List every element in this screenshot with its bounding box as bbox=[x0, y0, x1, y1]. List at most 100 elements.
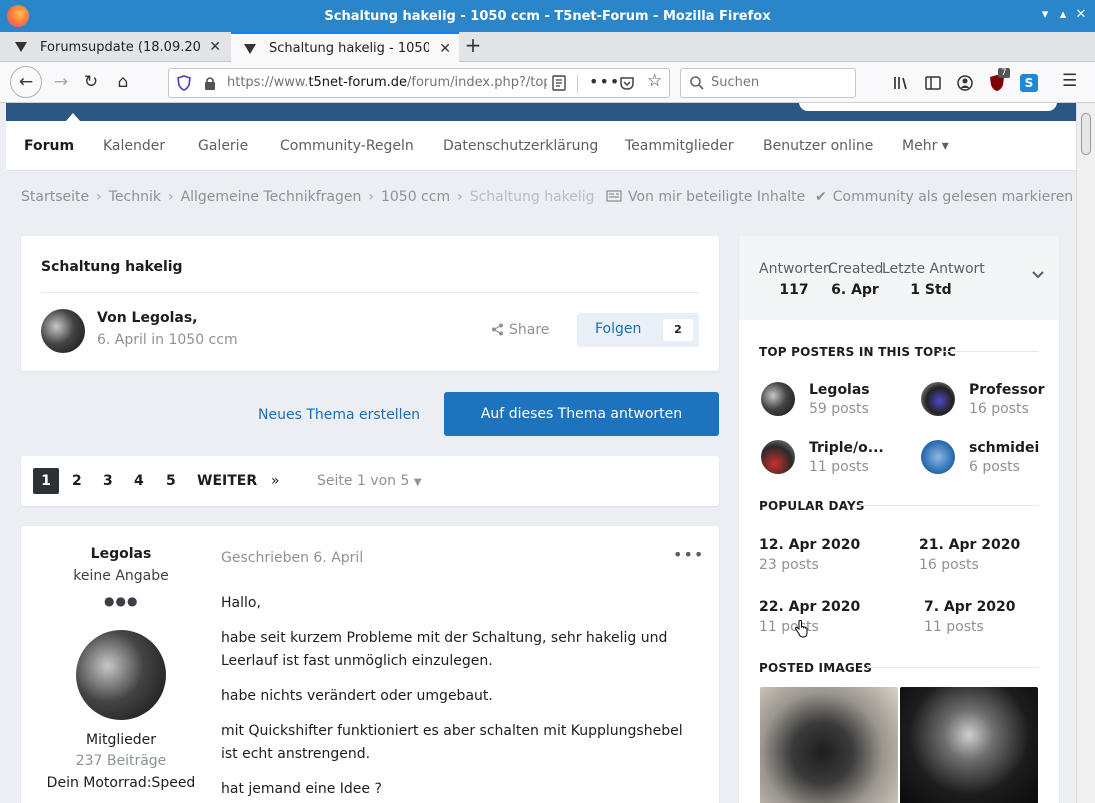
chevron-right-icon: › bbox=[368, 189, 374, 205]
nav-kalender[interactable]: Kalender bbox=[103, 138, 165, 154]
posted-image-thumbnail[interactable] bbox=[900, 687, 1038, 803]
page-2[interactable]: 2 bbox=[72, 473, 82, 489]
tab-forumsupdate[interactable]: Forumsupdate (18.09.2020): E ✕ bbox=[2, 32, 229, 62]
extension-s-icon[interactable]: S bbox=[1020, 74, 1038, 92]
next-page-button[interactable]: WEITER bbox=[197, 473, 257, 489]
author-avatar[interactable] bbox=[41, 309, 85, 353]
popular-day[interactable]: 22. Apr 2020 11 posts bbox=[759, 599, 860, 635]
nav-teammitglieder[interactable]: Teammitglieder bbox=[625, 138, 734, 154]
page-viewport: Forum Kalender Galerie Community-Regeln … bbox=[0, 103, 1076, 803]
post-options-icon[interactable]: ••• bbox=[673, 545, 704, 564]
ublock-badge: 7 bbox=[998, 68, 1010, 78]
topic-author[interactable]: Von Legolas, bbox=[97, 310, 197, 326]
popular-day[interactable]: 12. Apr 2020 23 posts bbox=[759, 537, 860, 573]
account-icon[interactable] bbox=[956, 74, 974, 92]
hand-pointer-icon bbox=[794, 620, 808, 638]
page-actions-icon[interactable]: ••• bbox=[589, 72, 620, 91]
firefox-logo-icon bbox=[7, 5, 29, 27]
page-5[interactable]: 5 bbox=[166, 473, 176, 489]
nav-benutzer-online[interactable]: Benutzer online bbox=[763, 138, 873, 154]
scrollbar-thumb[interactable] bbox=[1081, 113, 1091, 155]
post-author-bike: Dein Motorrad:Speed bbox=[46, 775, 196, 791]
follow-button[interactable]: Folgen 2 bbox=[577, 313, 699, 347]
topic-meta: 6. April in 1050 ccm bbox=[97, 332, 238, 348]
forward-button[interactable]: → bbox=[47, 68, 75, 96]
post-author-rank: keine Angabe bbox=[73, 568, 169, 584]
url-bar[interactable]: https://www.t5net-forum.de/forum/index.p… bbox=[168, 68, 670, 98]
tab-schaltung[interactable]: Schaltung hakelig - 1050 ccm ✕ bbox=[231, 32, 459, 63]
site-main-nav: Forum Kalender Galerie Community-Regeln … bbox=[6, 121, 1076, 171]
chevron-down-icon[interactable] bbox=[1031, 268, 1045, 282]
breadcrumb-item[interactable]: Startseite bbox=[21, 189, 89, 205]
posted-images-heading: POSTED IMAGES bbox=[759, 661, 873, 675]
top-posters-heading: TOP POSTERS IN THIS TOPIC bbox=[759, 345, 957, 359]
newspaper-icon bbox=[606, 190, 622, 202]
page-jump-dropdown[interactable]: Seite 1 von 5 ▼ bbox=[317, 473, 422, 489]
new-topic-link[interactable]: Neues Thema erstellen bbox=[258, 407, 420, 423]
post-date: Geschrieben 6. April bbox=[221, 550, 364, 566]
reply-button[interactable]: Auf dieses Thema antworten bbox=[444, 392, 719, 436]
topic-header-card: Schaltung hakelig Von Legolas, 6. April … bbox=[21, 236, 719, 371]
bookmark-star-icon[interactable]: ☆ bbox=[647, 71, 662, 91]
site-search-field[interactable] bbox=[799, 103, 1057, 111]
hamburger-menu-icon[interactable]: ☰ bbox=[1062, 71, 1077, 91]
poster-avatar[interactable] bbox=[921, 440, 955, 474]
page-1[interactable]: 1 bbox=[33, 468, 59, 494]
post-paragraph: mit Quickshifter funktioniert es aber sc… bbox=[221, 723, 683, 762]
followed-content-link[interactable]: Von mir beteiligte Inhalte bbox=[606, 189, 805, 205]
topic-stats: Antworten 117 Created 6. Apr Letzte Antw… bbox=[739, 236, 1059, 320]
close-tab-icon[interactable]: ✕ bbox=[209, 39, 221, 55]
nav-community-regeln[interactable]: Community-Regeln bbox=[280, 138, 414, 154]
library-icon[interactable] bbox=[892, 74, 910, 92]
sidebar-toggle-icon[interactable] bbox=[924, 74, 942, 92]
caret-down-icon: ▼ bbox=[413, 477, 422, 488]
checkmark-icon: ✔ bbox=[815, 189, 827, 205]
window-title: Schaltung hakelig - 1050 ccm - T5net-For… bbox=[324, 8, 771, 24]
poster-avatar[interactable] bbox=[921, 382, 955, 416]
breadcrumb-item[interactable]: Technik bbox=[109, 189, 161, 205]
share-button[interactable]: Share bbox=[491, 322, 549, 338]
last-page-button[interactable]: » bbox=[271, 473, 280, 489]
home-button[interactable]: ⌂ bbox=[109, 68, 137, 96]
poster-avatar[interactable] bbox=[761, 382, 795, 416]
minimize-icon[interactable]: ▾ bbox=[1037, 7, 1053, 23]
page-scrollbar[interactable] bbox=[1076, 103, 1095, 803]
posted-image-thumbnail[interactable] bbox=[760, 687, 898, 803]
reader-view-icon[interactable] bbox=[551, 75, 567, 91]
post-author-name[interactable]: Legolas bbox=[21, 546, 221, 562]
post-paragraph: Hallo, bbox=[221, 595, 261, 611]
tracking-shield-icon[interactable] bbox=[176, 75, 192, 91]
maximize-icon[interactable]: ▴ bbox=[1055, 7, 1071, 23]
post-author-avatar[interactable] bbox=[76, 630, 166, 720]
search-bar[interactable]: Suchen bbox=[680, 68, 856, 98]
post-body: Hallo, habe seit kurzem Probleme mit der… bbox=[221, 592, 701, 803]
popular-day[interactable]: 21. Apr 2020 16 posts bbox=[919, 537, 1020, 573]
close-tab-icon[interactable]: ✕ bbox=[439, 41, 451, 57]
popular-days-heading: POPULAR DAYS bbox=[759, 499, 865, 513]
search-placeholder: Suchen bbox=[711, 75, 760, 90]
nav-datenschutz[interactable]: Datenschutzerklärung bbox=[443, 138, 598, 154]
close-window-icon[interactable]: ✕ bbox=[1073, 7, 1089, 23]
post: Legolas keine Angabe ●●● Mitglieder 237 … bbox=[21, 526, 719, 803]
lock-icon[interactable] bbox=[203, 75, 217, 91]
topic-sidebar: Antworten 117 Created 6. Apr Letzte Antw… bbox=[739, 236, 1059, 803]
poster-avatar[interactable] bbox=[761, 440, 795, 474]
new-tab-button[interactable]: + bbox=[462, 35, 484, 57]
nav-mehr-dropdown[interactable]: Mehr ▾ bbox=[902, 138, 949, 154]
post-author-count: 237 Beiträge bbox=[75, 753, 167, 769]
ublock-origin-icon[interactable]: 7 bbox=[988, 68, 1010, 92]
back-button[interactable]: ← bbox=[10, 66, 42, 98]
breadcrumb-item[interactable]: 1050 ccm bbox=[381, 189, 450, 205]
mark-read-link[interactable]: ✔ Community als gelesen markieren bbox=[815, 189, 1073, 205]
url-text[interactable]: https://www.t5net-forum.de/forum/index.p… bbox=[227, 75, 547, 90]
page-3[interactable]: 3 bbox=[103, 473, 113, 489]
reload-button[interactable]: ↻ bbox=[77, 68, 105, 96]
nav-forum[interactable]: Forum bbox=[24, 138, 74, 154]
page-4[interactable]: 4 bbox=[134, 473, 144, 489]
nav-galerie[interactable]: Galerie bbox=[198, 138, 248, 154]
stat-created: Created 6. Apr bbox=[828, 261, 884, 298]
post-paragraph: habe seit kurzem Probleme mit der Schalt… bbox=[221, 630, 668, 669]
pocket-icon[interactable] bbox=[619, 75, 635, 91]
popular-day[interactable]: 7. Apr 2020 11 posts bbox=[924, 599, 1016, 635]
breadcrumb-item[interactable]: Allgemeine Technikfragen bbox=[181, 189, 362, 205]
